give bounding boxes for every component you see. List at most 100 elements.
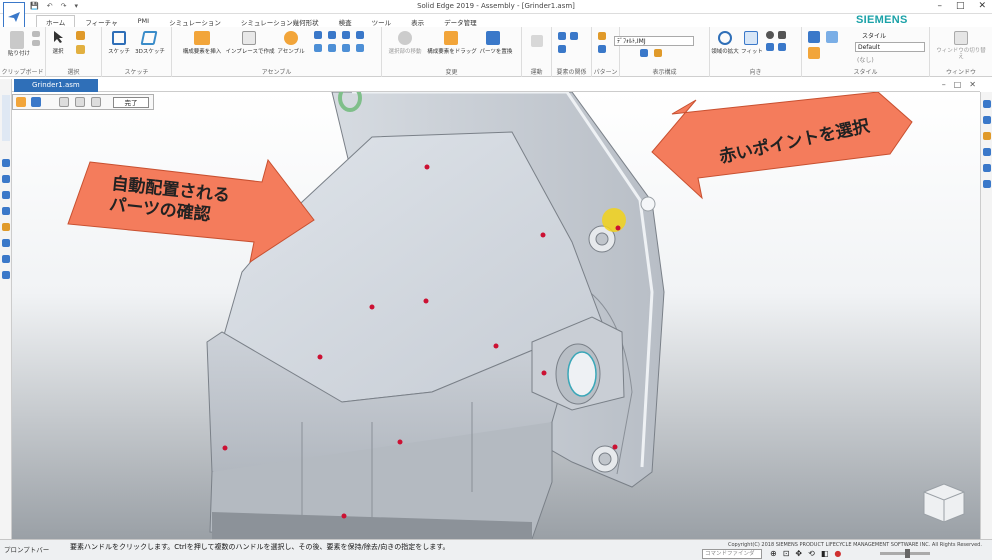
document-tab-grinder[interactable]: Grinder1.asm	[14, 79, 98, 92]
red-point[interactable]	[369, 304, 375, 310]
step-icon[interactable]	[31, 97, 41, 107]
help-icon[interactable]	[2, 207, 10, 215]
tab-view[interactable]: 表示	[401, 15, 434, 27]
relationship-icon[interactable]	[314, 31, 322, 39]
panel-icon[interactable]	[983, 164, 991, 172]
options-icon[interactable]	[59, 97, 69, 107]
panel-icon[interactable]	[983, 132, 991, 140]
panel-icon[interactable]	[983, 180, 991, 188]
select-tools-icon[interactable]	[76, 45, 85, 54]
select-filter-icon[interactable]	[76, 31, 85, 40]
step-icon[interactable]	[16, 97, 26, 107]
finish-button[interactable]: 完了	[113, 97, 149, 108]
red-point[interactable]	[540, 232, 546, 238]
relationship-icon[interactable]	[342, 31, 350, 39]
pathfinder-tab[interactable]	[2, 95, 10, 141]
assemble-button[interactable]: アセンブル	[272, 49, 310, 55]
tab-inspect[interactable]: 検査	[329, 15, 362, 27]
view-icon[interactable]: ◧	[821, 549, 829, 558]
panel-icon[interactable]	[983, 148, 991, 156]
display-config-icon[interactable]	[640, 49, 648, 57]
tab-features[interactable]: フィーチャ	[75, 15, 127, 27]
panel-icon[interactable]	[983, 100, 991, 108]
style-select[interactable]: Default	[855, 42, 925, 52]
fit-button[interactable]: フィット	[740, 49, 764, 55]
zoom-icon[interactable]: ⊕	[770, 549, 777, 558]
tab-simulation-geometry[interactable]: シミュレーション幾何形状	[231, 15, 329, 27]
panel-icon[interactable]	[983, 116, 991, 124]
rotate-icon[interactable]: ⟲	[808, 549, 815, 558]
move-component-button[interactable]: 選択部の移動	[382, 49, 428, 55]
select-button[interactable]: 選択	[46, 49, 70, 55]
panel-icon[interactable]	[2, 223, 10, 231]
record-icon[interactable]: ●	[834, 549, 841, 558]
view-icon[interactable]	[778, 43, 786, 51]
display-config-icon[interactable]	[654, 49, 662, 57]
deselect-icon[interactable]	[91, 97, 101, 107]
relation-icon[interactable]	[558, 45, 566, 53]
red-point[interactable]	[424, 164, 430, 170]
drag-component-button[interactable]: 構成要素をドラッグ	[426, 49, 478, 55]
cut-icon[interactable]	[32, 31, 40, 37]
relationship-icon[interactable]	[342, 44, 350, 52]
relation-icon[interactable]	[570, 32, 578, 40]
shaded-edges-icon[interactable]	[826, 31, 838, 43]
pattern-icon[interactable]	[598, 32, 606, 40]
red-point[interactable]	[493, 343, 499, 349]
pan-icon[interactable]: ✥	[795, 549, 802, 558]
fit-icon[interactable]: ⊡	[783, 549, 790, 558]
paste-button[interactable]: 貼り付け	[2, 51, 36, 57]
mirror-icon[interactable]	[598, 45, 606, 53]
relationship-icon[interactable]	[328, 44, 336, 52]
red-point[interactable]	[423, 298, 429, 304]
create-inplace-button[interactable]: インプレースで作成	[222, 49, 278, 55]
red-point[interactable]	[222, 445, 228, 451]
close-button[interactable]: ✕	[978, 1, 986, 11]
display-configuration-select[interactable]: ﾃﾞﾌｫﾙﾄ,IMJ	[614, 36, 694, 46]
panel-icon[interactable]	[2, 191, 10, 199]
selection-icon[interactable]	[75, 97, 85, 107]
panel-icon[interactable]	[2, 255, 10, 263]
red-point[interactable]	[612, 444, 618, 450]
zoom-area-button[interactable]: 領域の拡大	[710, 49, 740, 55]
red-point[interactable]	[615, 225, 621, 231]
red-point[interactable]	[341, 513, 347, 519]
replace-part-button[interactable]: パーツを置換	[474, 49, 518, 55]
tab-home[interactable]: ホーム	[36, 15, 76, 27]
command-finder-input[interactable]: コマンドファインダ	[702, 549, 762, 559]
copy-icon[interactable]	[32, 40, 40, 46]
sketch-3d-button[interactable]: 3Dスケッチ	[132, 49, 168, 55]
red-point[interactable]	[317, 354, 323, 360]
doc-restore-button[interactable]: □	[954, 80, 962, 89]
red-point[interactable]	[397, 439, 403, 445]
relationship-icon[interactable]	[328, 31, 336, 39]
view-cube[interactable]	[923, 483, 965, 523]
zoom-slider-knob[interactable]	[905, 549, 910, 558]
pan-icon[interactable]	[778, 31, 786, 39]
zoom-icon[interactable]	[766, 31, 774, 39]
tab-pmi[interactable]: PMI	[128, 15, 159, 27]
motor-icon[interactable]	[531, 35, 543, 47]
maximize-button[interactable]: □	[956, 1, 965, 11]
switch-window-button[interactable]: ウィンドウの切り替え	[934, 48, 988, 60]
tab-data-management[interactable]: データ管理	[434, 15, 487, 27]
doc-close-button[interactable]: ✕	[969, 80, 976, 89]
graphics-viewport[interactable]: 自動配置される パーツの確認 赤いポイントを選択 完了	[12, 92, 980, 539]
relation-icon[interactable]	[558, 32, 566, 40]
panel-icon[interactable]	[2, 175, 10, 183]
visible-edges-icon[interactable]	[808, 47, 820, 59]
relationship-icon[interactable]	[356, 31, 364, 39]
shaded-icon[interactable]	[808, 31, 820, 43]
style-none-select[interactable]: (なし)	[855, 55, 925, 64]
relationship-icon[interactable]	[314, 44, 322, 52]
doc-minimize-button[interactable]: –	[942, 80, 946, 89]
panel-icon[interactable]	[2, 239, 10, 247]
relationship-icon[interactable]	[356, 44, 364, 52]
tab-simulation[interactable]: シミュレーション	[159, 15, 231, 27]
sketch-button[interactable]: スケッチ	[104, 49, 134, 55]
panel-icon[interactable]	[2, 271, 10, 279]
minimize-button[interactable]: –	[937, 1, 942, 11]
rotate-icon[interactable]	[766, 43, 774, 51]
panel-icon[interactable]	[2, 159, 10, 167]
tab-tools[interactable]: ツール	[362, 15, 402, 27]
